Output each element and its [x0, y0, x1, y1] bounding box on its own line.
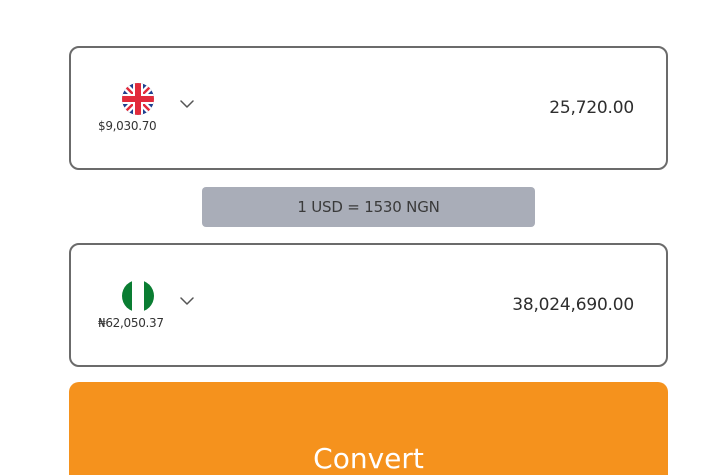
to-balance: ₦62,050.37 — [98, 316, 164, 330]
to-amount: 38,024,690.00 — [512, 295, 634, 315]
uk-flag-icon — [119, 80, 157, 118]
currency-converter: $9,030.70 25,720.00 1 USD = 1530 NGN ₦62… — [0, 0, 724, 475]
from-balance: $9,030.70 — [98, 119, 157, 133]
from-amount[interactable]: 25,720.00 — [549, 98, 634, 118]
exchange-rate-badge: 1 USD = 1530 NGN — [202, 187, 535, 227]
chevron-down-icon[interactable] — [180, 296, 194, 306]
chevron-down-icon[interactable] — [180, 99, 194, 109]
to-currency-selector[interactable]: ₦62,050.37 — [98, 275, 210, 337]
nigeria-flag-icon — [119, 277, 157, 315]
convert-button[interactable]: Convert — [69, 382, 668, 475]
from-currency-selector[interactable]: $9,030.70 — [98, 78, 210, 140]
from-currency-card: $9,030.70 25,720.00 — [69, 46, 668, 170]
to-currency-card: ₦62,050.37 38,024,690.00 — [69, 243, 668, 367]
